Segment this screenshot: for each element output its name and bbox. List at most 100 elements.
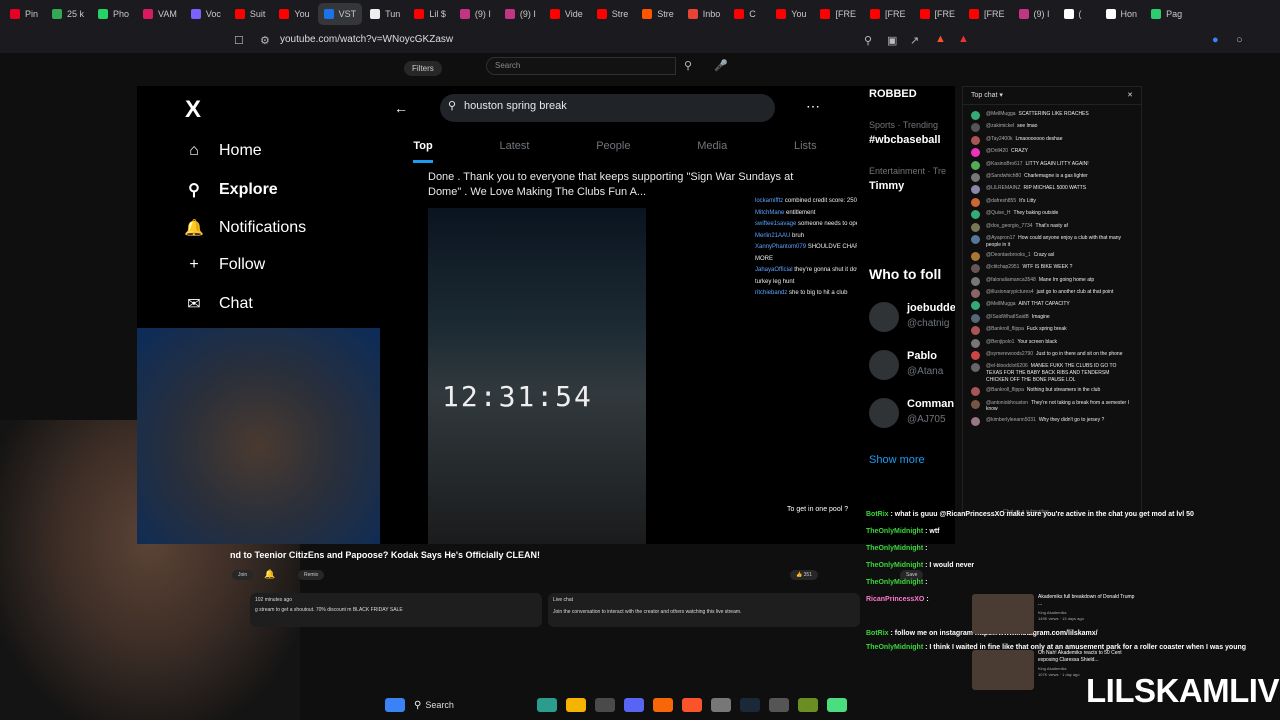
trend-text[interactable]: Who to foll [869,266,941,282]
close-icon[interactable]: ✕ [1127,91,1133,99]
browser-tab[interactable]: C [728,3,768,25]
taskbar-search[interactable]: Search [425,700,525,710]
youtube-search-input[interactable]: Search [486,57,676,75]
chat-username[interactable]: @symerewoods2790 [986,351,1033,357]
x-tab-people[interactable]: People [596,140,630,163]
microphone-icon[interactable]: 🎤 [714,59,728,72]
trend-text[interactable]: Timmy [869,180,904,192]
browser-tab[interactable]: [FRE [963,3,1011,25]
browser-tab[interactable]: VST [317,3,363,25]
minecraft-icon[interactable] [798,698,819,712]
file-explorer-icon[interactable] [566,698,587,712]
browser-tab[interactable]: (9) I [499,3,542,25]
browser-tab[interactable]: (9) I [454,3,497,25]
trend-text[interactable]: #wbcbaseball [869,134,941,146]
browser-tab[interactable]: Tun [364,3,406,25]
x-nav-notifications[interactable]: 🔔 Notifications [184,218,306,238]
steam-icon[interactable] [740,698,761,712]
browser-tab[interactable]: Stre [591,3,635,25]
follow-suggestion[interactable]: Pablo @Atana [869,348,955,384]
brave-icon[interactable] [682,698,703,712]
zoom-icon[interactable]: ⚲ [864,34,872,47]
brave-shield-icon[interactable]: ▲ [935,33,946,45]
browser-tab[interactable]: Lil $ [408,3,452,25]
chat-username[interactable]: @dos_georgio_7734 [986,223,1033,229]
x-tab-lists[interactable]: Lists [794,140,817,163]
copilot-icon[interactable] [537,698,558,712]
browser-tab[interactable]: Pin [4,3,44,25]
chat-username[interactable]: @Bankroll_flippa [986,326,1024,332]
chat-username[interactable]: @illusionarypictures4 [986,289,1034,295]
chat-title[interactable]: Top chat [971,92,997,99]
chat-username[interactable]: @MellMugga [986,111,1016,117]
filters-button[interactable]: Filters [404,61,442,76]
browser-tab[interactable]: [FRE [914,3,962,25]
browser-tab[interactable]: [FRE [864,3,912,25]
chat-username[interactable]: @Bankroll_flippa [986,387,1024,393]
browser-tab[interactable]: [FRE [814,3,862,25]
chat-username[interactable]: @kimberlyleeann5031 [986,417,1036,423]
join-button[interactable]: Join [232,570,254,580]
spotify-icon[interactable] [827,698,848,712]
chat-username[interactable]: @Drill420 [986,148,1008,154]
app-icon[interactable] [769,698,790,712]
chat-username[interactable]: @falonaliamanca3548 [986,277,1036,283]
follow-suggestion[interactable]: joebudde @chatnig [869,300,955,336]
chat-username[interactable]: @Tay2400k [986,136,1012,142]
browser-tab[interactable]: (9) I [1013,3,1056,25]
more-options-icon[interactable]: ⋯ [806,98,820,115]
recommended-video[interactable]: Akademiks full breakdown of Donald Trump… [972,594,1142,642]
cast-icon[interactable]: ▣ [887,34,897,47]
browser-tab[interactable]: Vide [544,3,589,25]
x-tab-latest[interactable]: Latest [499,140,529,163]
chat-username[interactable]: @Sandwhich80 [986,173,1021,179]
browser-tab[interactable]: VAM [137,3,183,25]
search-icon[interactable]: ⚲ [684,59,692,72]
chat-username[interactable]: @Ayapron17 [986,235,1015,241]
x-nav-explore[interactable]: ⚲ Explore [184,180,278,200]
browser-tab[interactable]: You [273,3,315,25]
share-icon[interactable]: ↗ [910,34,919,47]
browser-tab[interactable]: Pag [1145,3,1188,25]
x-nav-home[interactable]: ⌂ Home [184,142,262,160]
browser-tab[interactable]: ( [1058,3,1098,25]
bell-icon[interactable]: 🔔 [264,569,275,580]
obs-icon[interactable] [711,698,732,712]
discord-icon[interactable] [624,698,645,712]
x-tab-media[interactable]: Media [697,140,727,163]
x-tab-top[interactable]: Top [413,140,433,163]
follow-suggestion[interactable]: Comman @AJ705 [869,396,955,432]
browser-tab[interactable]: You [770,3,812,25]
browser-tab[interactable]: Voc [185,3,227,25]
chat-username[interactable]: @zakimickel [986,123,1014,129]
windows-start-icon[interactable] [385,698,405,712]
extension-icon[interactable]: ● [1212,34,1219,46]
chat-username[interactable]: @Deontaebrooks_1 [986,252,1031,258]
chat-username[interactable]: @MellMugga [986,301,1016,307]
firefox-icon[interactable] [653,698,674,712]
remix-button[interactable]: Remix [298,570,325,580]
chat-username[interactable]: @antoniobhouston [986,400,1028,406]
like-button[interactable]: 👍 351 [790,570,818,580]
browser-tab[interactable]: Suit [229,3,272,25]
store-icon[interactable] [595,698,616,712]
x-search-field[interactable]: ⚲ houston spring break [440,94,775,122]
live-chat-collapsed[interactable]: Live chat Join the conversation to inter… [548,593,860,627]
brave-rewards-icon[interactable]: ▲ [958,33,969,45]
chat-username[interactable]: @dafresh855 [986,198,1016,204]
browser-tab[interactable]: 25 k [46,3,90,25]
back-arrow-icon[interactable]: ← [394,100,408,116]
trend-text[interactable]: Sports · Trending [869,120,938,130]
description-box[interactable]: 102 minutes ago g stream to get a shouto… [250,593,542,627]
chat-username[interactable]: @LILREMAINZ [986,185,1021,191]
chat-username[interactable]: @el-bloodclot6206 [986,363,1028,369]
trend-text[interactable]: Entertainment · Tre [869,166,946,176]
show-more-link[interactable]: Show more [869,454,925,466]
trend-text[interactable]: ROBBED [869,88,917,100]
chat-username[interactable]: @Benjipolo1 [986,339,1014,345]
chat-username[interactable]: @KasinoBro617 [986,161,1023,167]
browser-tab[interactable]: Hon [1100,3,1144,25]
chat-username[interactable]: @ISaidWhatISaidB [986,314,1029,320]
chat-username[interactable]: @ctitchap2951 [986,264,1019,270]
browser-tab[interactable]: Stre [636,3,680,25]
